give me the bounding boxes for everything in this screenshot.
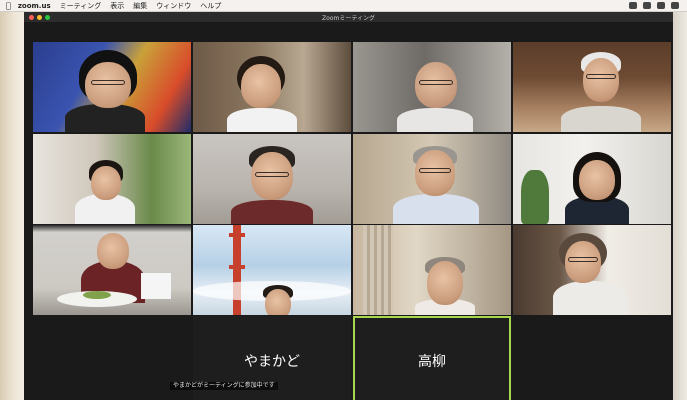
zoom-window: Zoomミーティング やまかど 高柳 — [24, 12, 673, 400]
participant-body — [553, 281, 627, 315]
video-tile-11[interactable] — [353, 225, 511, 315]
participant-body — [397, 108, 473, 132]
window-titlebar: Zoomミーティング — [24, 12, 673, 22]
desk-background-right — [673, 0, 687, 400]
glasses-icon — [255, 172, 289, 177]
participant-face — [415, 62, 457, 108]
glasses-icon — [91, 80, 125, 85]
bridge-crossbar — [229, 265, 245, 269]
participant-body — [227, 108, 297, 132]
menu-view[interactable]: 表示 — [110, 1, 124, 11]
battery-icon[interactable] — [643, 2, 651, 9]
participant-face — [97, 233, 129, 269]
bridge-tower — [233, 225, 241, 315]
video-tile-7[interactable] — [353, 134, 511, 224]
participant-body — [231, 200, 313, 224]
video-tile-active-speaker[interactable]: 高柳 — [353, 316, 511, 400]
menu-meeting[interactable]: ミーティング — [60, 1, 102, 11]
participant-face — [427, 261, 463, 305]
join-notification: やまかどがミーティングに参加中です — [170, 382, 278, 390]
video-tile-12[interactable] — [513, 225, 671, 315]
participant-face — [579, 160, 615, 200]
window-title: Zoomミーティング — [322, 14, 375, 22]
curtain — [363, 225, 393, 315]
menu-status-area — [629, 2, 687, 9]
gallery-view: やまかど 高柳 — [24, 22, 673, 400]
video-tile-1[interactable] — [33, 42, 191, 132]
glasses-icon — [568, 257, 598, 262]
paper — [141, 273, 171, 299]
participant-face — [85, 62, 131, 108]
wifi-icon[interactable] — [629, 2, 637, 9]
mac-menu-bar:  zoom.us ミーティング 表示 編集 ウィンドウ ヘルプ — [0, 0, 687, 12]
participant-face — [415, 150, 455, 196]
participant-face — [241, 64, 281, 108]
video-tile-8[interactable] — [513, 134, 671, 224]
participant-name: やまかど — [244, 354, 300, 370]
participant-face — [91, 166, 121, 200]
participant-body — [561, 106, 641, 132]
glasses-icon — [419, 80, 453, 85]
search-icon[interactable] — [657, 2, 665, 9]
desk-background — [0, 0, 24, 400]
participant-face — [565, 241, 601, 283]
control-center-icon[interactable] — [671, 2, 679, 9]
menu-app-name[interactable]: zoom.us — [18, 2, 51, 10]
glasses-icon — [419, 168, 451, 173]
apple-icon[interactable]:  — [6, 1, 11, 10]
video-tile-6[interactable] — [193, 134, 351, 224]
menu-edit[interactable]: 編集 — [133, 1, 147, 11]
participant-face — [265, 289, 291, 315]
participant-body — [65, 104, 145, 132]
video-tile-10[interactable] — [193, 225, 351, 315]
menu-help[interactable]: ヘルプ — [200, 1, 221, 11]
food — [83, 291, 111, 299]
video-tile-2[interactable] — [193, 42, 351, 132]
plant-decoration — [521, 170, 549, 224]
video-tile-4[interactable] — [513, 42, 671, 132]
participant-body — [393, 194, 479, 224]
participant-name: 高柳 — [418, 354, 446, 370]
video-tile-3[interactable] — [353, 42, 511, 132]
bridge-crossbar — [229, 233, 245, 237]
video-tile-9[interactable] — [33, 225, 191, 315]
participant-face — [583, 58, 619, 102]
glasses-icon — [586, 74, 616, 79]
video-tile-5[interactable] — [33, 134, 191, 224]
menu-window[interactable]: ウィンドウ — [156, 1, 191, 11]
